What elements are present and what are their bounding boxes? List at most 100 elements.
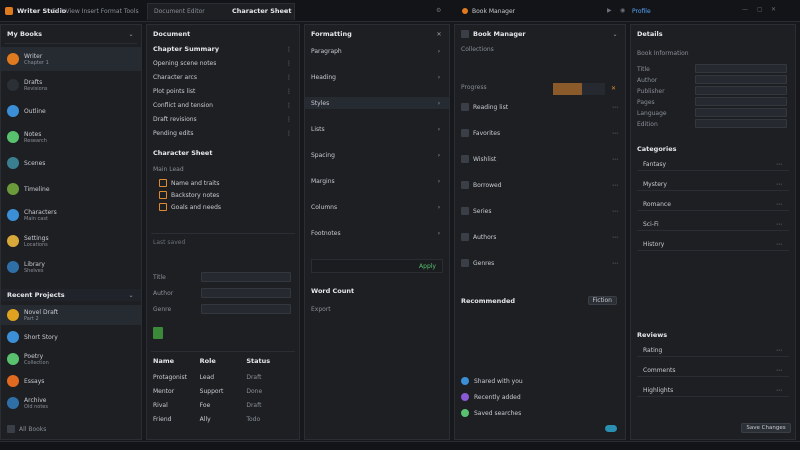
checkbox-icon[interactable] — [159, 179, 167, 187]
more-icon[interactable]: ⋯ — [775, 367, 783, 374]
more-icon[interactable]: ⋯ — [611, 234, 619, 241]
format-item[interactable]: Margins › — [305, 175, 449, 187]
more-icon[interactable]: ⋮ — [285, 88, 293, 95]
category-item[interactable]: Fantasy ⋯ — [637, 159, 789, 171]
collection-item[interactable]: Favorites ⋯ — [455, 127, 625, 139]
book-item[interactable]: Writer Chapter 1 — [1, 47, 141, 71]
chevron-right-icon[interactable]: › — [435, 152, 443, 159]
book-item[interactable]: Drafts Revisions — [1, 73, 141, 97]
format-item[interactable]: Columns › — [305, 201, 449, 213]
form-input[interactable] — [201, 304, 291, 314]
doc-line[interactable]: Chapter Summary ⋮ — [147, 43, 299, 55]
checkbox-icon[interactable] — [159, 203, 167, 211]
save-changes-button[interactable]: Save Changes — [741, 423, 791, 433]
table-row[interactable]: Protagonist Lead Draft — [147, 371, 299, 383]
more-icon[interactable]: ⋮ — [285, 74, 293, 81]
collection-item[interactable]: Wishlist ⋯ — [455, 153, 625, 165]
more-icon[interactable]: ⋯ — [775, 221, 783, 228]
doc-line[interactable]: Character arcs ⋮ — [147, 71, 299, 83]
book-item[interactable]: Poetry Collection — [1, 349, 141, 369]
table-row[interactable]: Mentor Support Done — [147, 385, 299, 397]
user-label[interactable]: Profile — [632, 8, 651, 15]
category-item[interactable]: Rating ⋯ — [637, 345, 789, 357]
more-icon[interactable]: ⋮ — [285, 130, 293, 137]
more-icon[interactable]: ⋯ — [611, 182, 619, 189]
collection-item[interactable]: Series ⋯ — [455, 205, 625, 217]
form-input[interactable] — [201, 288, 291, 298]
more-icon[interactable]: ⋯ — [611, 104, 619, 111]
collection-item[interactable]: Reading list ⋯ — [455, 101, 625, 113]
detail-field-input[interactable] — [695, 97, 787, 106]
chevron-right-icon[interactable]: › — [435, 204, 443, 211]
shared-item[interactable]: Saved searches — [455, 407, 625, 419]
more-icon[interactable]: ⋯ — [611, 156, 619, 163]
chevron-right-icon[interactable]: › — [435, 74, 443, 81]
collection-item[interactable]: Genres ⋯ — [455, 257, 625, 269]
book-item[interactable]: Scenes — [1, 151, 141, 175]
category-item[interactable]: Comments ⋯ — [637, 365, 789, 377]
category-item[interactable]: Mystery ⋯ — [637, 179, 789, 191]
more-icon[interactable]: ⋯ — [775, 241, 783, 248]
checklist-item[interactable]: Backstory notes — [153, 189, 299, 201]
chevron-right-icon[interactable]: › — [435, 178, 443, 185]
format-footer-item[interactable]: Word Count — [305, 285, 449, 297]
minimize-button[interactable]: — — [742, 6, 748, 13]
book-item[interactable]: Archive Old notes — [1, 393, 141, 413]
sidebar-footer[interactable]: All Books — [1, 423, 141, 435]
format-item[interactable]: Lists › — [305, 123, 449, 135]
chevron-right-icon[interactable]: › — [435, 126, 443, 133]
shared-item[interactable]: Recently added — [455, 391, 625, 403]
format-footer-item[interactable]: Export — [305, 303, 449, 315]
recent-group[interactable]: Recent Projects ⌄ — [1, 289, 141, 301]
book-item[interactable]: Outline — [1, 99, 141, 123]
more-icon[interactable]: ⋯ — [611, 130, 619, 137]
sync-toggle[interactable] — [605, 425, 617, 432]
more-icon[interactable]: ⋮ — [285, 46, 293, 53]
format-item[interactable]: Footnotes › — [305, 227, 449, 239]
more-icon[interactable]: ⋯ — [775, 201, 783, 208]
doc-line[interactable]: Draft revisions ⋮ — [147, 113, 299, 125]
doc-line[interactable]: Plot points list ⋮ — [147, 85, 299, 97]
checklist-item[interactable]: Name and traits — [153, 177, 299, 189]
form-input[interactable] — [201, 272, 291, 282]
book-item[interactable]: Library Shelves — [1, 255, 141, 279]
book-item[interactable]: Timeline — [1, 177, 141, 201]
play-icon[interactable]: ▶ — [607, 7, 612, 14]
table-row[interactable]: Rival Foe Draft — [147, 399, 299, 411]
doc-line[interactable]: Pending edits ⋮ — [147, 127, 299, 139]
close-icon[interactable]: ✕ — [435, 31, 443, 38]
chip[interactable]: Fiction — [587, 296, 617, 305]
detail-field-input[interactable] — [695, 86, 787, 95]
category-item[interactable]: Sci-Fi ⋯ — [637, 219, 789, 231]
detail-field-input[interactable] — [695, 119, 787, 128]
doc-line[interactable]: Conflict and tension ⋮ — [147, 99, 299, 111]
category-item[interactable]: Highlights ⋯ — [637, 385, 789, 397]
doc-line[interactable]: Opening scene notes ⋮ — [147, 57, 299, 69]
chevron-down-icon[interactable]: ⌄ — [127, 31, 135, 38]
chevron-right-icon[interactable]: › — [435, 230, 443, 237]
book-item[interactable]: Settings Locations — [1, 229, 141, 253]
chevron-right-icon[interactable]: › — [435, 100, 443, 107]
detail-field-input[interactable] — [695, 75, 787, 84]
more-icon[interactable]: ⋯ — [775, 387, 783, 394]
more-icon[interactable]: ⋯ — [775, 181, 783, 188]
category-item[interactable]: History ⋯ — [637, 239, 789, 251]
category-item[interactable]: Romance ⋯ — [637, 199, 789, 211]
format-item[interactable]: Paragraph › — [305, 45, 449, 57]
book-item[interactable]: Notes Research — [1, 125, 141, 149]
table-row[interactable]: Friend Ally Todo — [147, 413, 299, 425]
shared-item[interactable]: Shared with you — [455, 375, 625, 387]
menu-bar[interactable]: Edit View Insert Format Tools — [52, 8, 139, 15]
chevron-down-icon[interactable]: ⌄ — [611, 31, 619, 38]
detail-field-input[interactable] — [695, 108, 787, 117]
format-item[interactable]: Styles › — [305, 97, 449, 109]
more-icon[interactable]: ⋮ — [285, 60, 293, 67]
progress-remove-icon[interactable]: ✕ — [611, 85, 616, 92]
more-icon[interactable]: ⋮ — [285, 116, 293, 123]
apply-bar[interactable]: Apply — [311, 259, 443, 273]
close-button[interactable]: ✕ — [771, 6, 776, 13]
more-icon[interactable]: ⋮ — [285, 102, 293, 109]
bell-icon[interactable]: ◉ — [620, 7, 625, 14]
book-item[interactable]: Essays — [1, 371, 141, 391]
more-icon[interactable]: ⋯ — [775, 161, 783, 168]
